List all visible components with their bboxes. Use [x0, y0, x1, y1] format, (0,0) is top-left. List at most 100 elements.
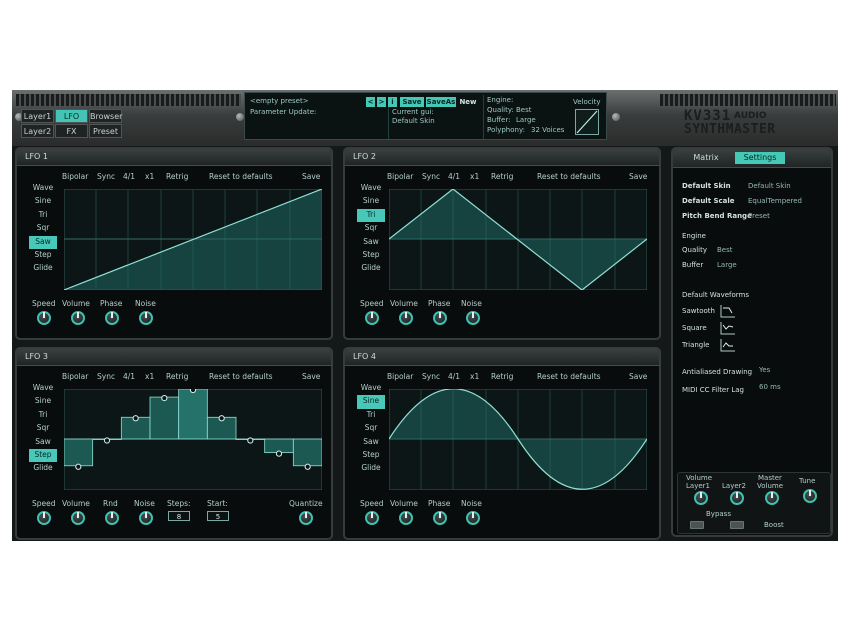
lfo3-save-button[interactable]: Save	[302, 372, 320, 381]
lfo1-retrig-toggle[interactable]: Retrig	[166, 172, 188, 181]
layer2-bypass-button[interactable]	[730, 521, 744, 529]
lfo4-bipolar-toggle[interactable]: Bipolar	[387, 372, 413, 381]
lfo2-speed-knob[interactable]	[365, 311, 379, 325]
info-button[interactable]: i	[388, 97, 397, 107]
wave-option-step[interactable]: Step	[357, 449, 385, 462]
lfo3-speed-knob[interactable]	[37, 511, 51, 525]
nav-browser-button[interactable]: Browser	[89, 109, 122, 123]
pitch-bend-value[interactable]: Preset	[748, 212, 770, 220]
save-preset-button[interactable]: Save	[400, 97, 424, 107]
default-scale-value[interactable]: EqualTempered	[748, 197, 802, 205]
tab-matrix[interactable]: Matrix	[681, 152, 731, 164]
midi-cc-value[interactable]: 60 ms	[759, 383, 781, 391]
lfo2-volume-knob[interactable]	[399, 311, 413, 325]
wave-option-step[interactable]: Step	[29, 448, 57, 463]
step-handle[interactable]	[304, 463, 311, 470]
lfo3-rnd-knob[interactable]	[105, 511, 119, 525]
step-handle[interactable]	[275, 450, 283, 457]
layer1-bypass-button[interactable]	[690, 521, 704, 529]
wave-option-sine[interactable]: Sine	[29, 395, 57, 408]
step-handle[interactable]	[189, 389, 197, 394]
lfo1-speed-knob[interactable]	[37, 311, 51, 325]
lfo3-multiplier-value[interactable]: x1	[145, 372, 154, 381]
step-handle[interactable]	[247, 437, 254, 444]
step-handle[interactable]	[218, 415, 225, 422]
step-handle[interactable]	[103, 437, 111, 444]
lfo4-reset-button[interactable]: Reset to defaults	[537, 372, 601, 381]
layer1-volume-knob[interactable]	[694, 491, 708, 505]
wave-option-tri[interactable]: Tri	[357, 208, 385, 223]
wave-option-glide[interactable]: Glide	[357, 262, 385, 275]
lfo4-ratio-value[interactable]: 4/1	[448, 372, 460, 381]
next-preset-button[interactable]: >	[377, 97, 386, 107]
wave-option-saw[interactable]: Saw	[29, 436, 57, 449]
wave-option-sqr[interactable]: Sqr	[357, 422, 385, 435]
lfo4-multiplier-value[interactable]: x1	[470, 372, 479, 381]
square-wave-icon[interactable]	[720, 321, 736, 335]
lfo2-ratio-value[interactable]: 4/1	[448, 172, 460, 181]
new-preset-button[interactable]: New	[458, 97, 478, 107]
lfo2-save-button[interactable]: Save	[629, 172, 647, 181]
lfo3-bipolar-toggle[interactable]: Bipolar	[62, 372, 88, 381]
lfo4-retrig-toggle[interactable]: Retrig	[491, 372, 513, 381]
tune-knob[interactable]	[803, 489, 817, 503]
wave-option-step[interactable]: Step	[357, 249, 385, 262]
default-skin-value[interactable]: Default Skin	[748, 182, 791, 190]
lfo1-sync-toggle[interactable]: Sync	[97, 172, 115, 181]
wave-option-glide[interactable]: Glide	[357, 462, 385, 475]
step-handle[interactable]	[75, 463, 82, 470]
lfo2-bipolar-toggle[interactable]: Bipolar	[387, 172, 413, 181]
lfo3-quantize-knob[interactable]	[299, 511, 313, 525]
lfo1-volume-knob[interactable]	[71, 311, 85, 325]
wave-option-sqr[interactable]: Sqr	[29, 422, 57, 435]
velocity-curve-display[interactable]	[575, 109, 599, 135]
boost-toggle[interactable]: Boost	[764, 521, 784, 529]
triangle-wave-icon[interactable]	[720, 338, 736, 352]
wave-option-tri[interactable]: Tri	[29, 409, 57, 422]
wave-option-glide[interactable]: Glide	[29, 262, 57, 275]
sawtooth-wave-icon[interactable]	[720, 304, 736, 318]
step-handle[interactable]	[161, 394, 168, 402]
nav-fx-button[interactable]: FX	[55, 124, 88, 138]
prev-preset-button[interactable]: <	[366, 97, 375, 107]
saveas-preset-button[interactable]: SaveAs	[426, 97, 456, 107]
lfo3-reset-button[interactable]: Reset to defaults	[209, 372, 273, 381]
lfo3-start-input[interactable]: 5	[207, 511, 229, 521]
wave-option-sine[interactable]: Sine	[29, 195, 57, 208]
step-bar[interactable]	[149, 396, 180, 440]
quality-value[interactable]: Best	[717, 246, 733, 254]
lfo4-phase-knob[interactable]	[433, 511, 447, 525]
lfo2-retrig-toggle[interactable]: Retrig	[491, 172, 513, 181]
wave-option-tri[interactable]: Tri	[357, 409, 385, 422]
lfo4-noise-knob[interactable]	[466, 511, 480, 525]
lfo4-save-button[interactable]: Save	[629, 372, 647, 381]
lfo1-reset-button[interactable]: Reset to defaults	[209, 172, 273, 181]
lfo4-volume-knob[interactable]	[399, 511, 413, 525]
step-handle[interactable]	[132, 415, 139, 422]
lfo3-step-sequencer-display[interactable]	[64, 389, 322, 490]
lfo2-multiplier-value[interactable]: x1	[470, 172, 479, 181]
wave-option-sqr[interactable]: Sqr	[29, 222, 57, 235]
nav-layer1-button[interactable]: Layer1	[21, 109, 54, 123]
lfo1-bipolar-toggle[interactable]: Bipolar	[62, 172, 88, 181]
wave-option-sine[interactable]: Sine	[357, 395, 385, 409]
lfo3-ratio-value[interactable]: 4/1	[123, 372, 135, 381]
antialiased-value[interactable]: Yes	[759, 366, 770, 374]
lfo1-noise-knob[interactable]	[139, 311, 153, 325]
layer2-volume-knob[interactable]	[730, 491, 744, 505]
wave-option-saw[interactable]: Saw	[357, 236, 385, 249]
step-bar[interactable]	[64, 438, 94, 467]
lfo4-waveform-display[interactable]	[389, 389, 647, 490]
wave-option-sine[interactable]: Sine	[357, 195, 385, 208]
master-volume-knob[interactable]	[765, 491, 779, 505]
wave-option-tri[interactable]: Tri	[29, 209, 57, 222]
lfo3-noise-knob[interactable]	[139, 511, 153, 525]
lfo2-phase-knob[interactable]	[433, 311, 447, 325]
lfo1-save-button[interactable]: Save	[302, 172, 320, 181]
buffer-value[interactable]: Large	[717, 261, 737, 269]
lfo1-ratio-value[interactable]: 4/1	[123, 172, 135, 181]
nav-layer2-button[interactable]: Layer2	[21, 124, 54, 138]
lfo2-sync-toggle[interactable]: Sync	[422, 172, 440, 181]
lfo2-noise-knob[interactable]	[466, 311, 480, 325]
wave-option-saw[interactable]: Saw	[357, 436, 385, 449]
